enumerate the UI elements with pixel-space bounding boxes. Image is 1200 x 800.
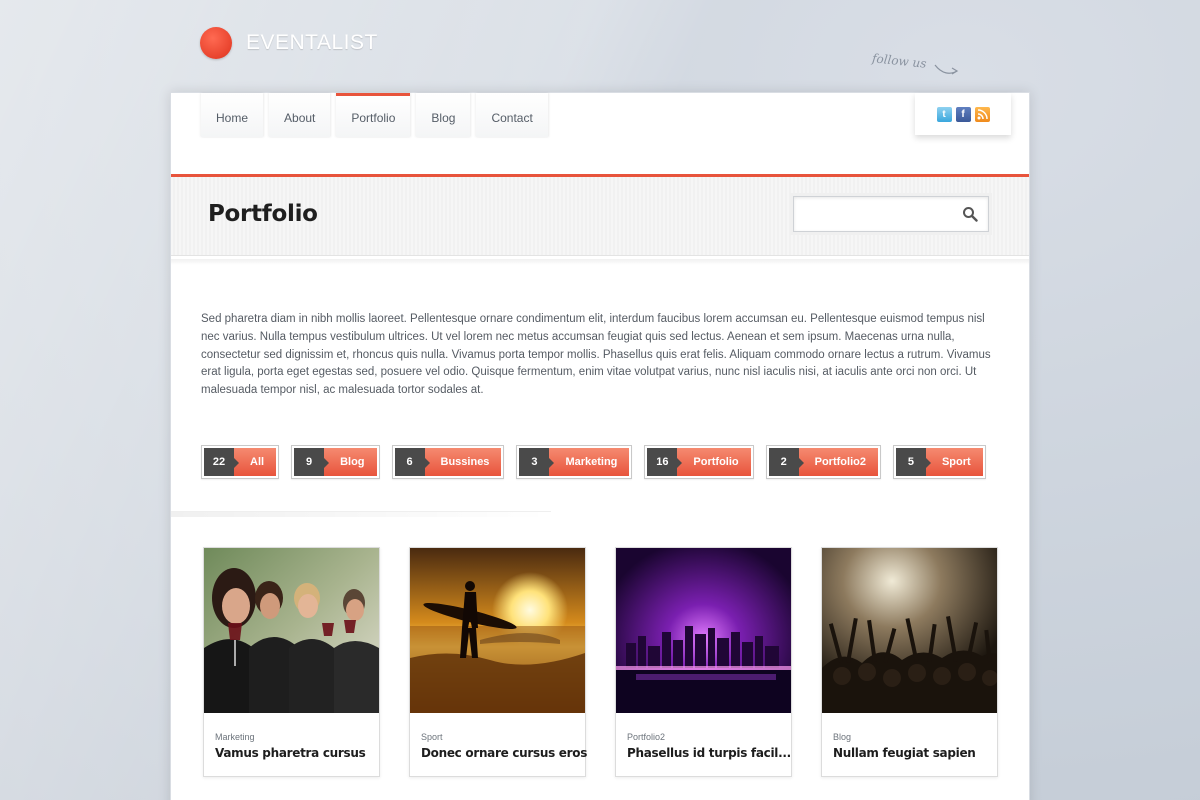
filter-count: 16 [647, 448, 678, 476]
curved-arrow-icon [934, 64, 959, 75]
portfolio-thumbnail [204, 548, 379, 713]
portfolio-card[interactable]: Marketing Vamus pharetra cursus [203, 547, 380, 777]
filter-blog[interactable]: 9 Blog [291, 445, 380, 479]
portfolio-thumbnail [410, 548, 585, 713]
filter-count: 5 [895, 448, 926, 476]
filter-marketing[interactable]: 3 Marketing [516, 445, 633, 479]
rss-icon[interactable] [974, 106, 990, 122]
filter-label: Bussines [424, 448, 502, 476]
portfolio-thumbnail [822, 548, 997, 713]
filter-label: All [234, 448, 277, 476]
twitter-icon[interactable]: t [936, 106, 952, 122]
card-category: Blog [833, 732, 852, 742]
filter-count: 9 [294, 448, 325, 476]
filter-label: Portfolio2 [798, 448, 878, 476]
filter-count: 6 [394, 448, 425, 476]
main-panel: Home About Portfolio Blog Contact t f Po… [170, 92, 1030, 800]
filter-count: 2 [768, 448, 799, 476]
filter-label: Marketing [549, 448, 630, 476]
card-title[interactable]: Phasellus id turpis facil... [627, 746, 791, 760]
search-box [793, 196, 989, 232]
portfolio-grid: Marketing Vamus pharetra cursus Sport Do… [203, 547, 998, 777]
facebook-icon[interactable]: f [955, 106, 971, 122]
nav-about[interactable]: About [269, 93, 331, 137]
card-title[interactable]: Nullam feugiat sapien [833, 746, 997, 760]
filter-label: Blog [324, 448, 377, 476]
card-title[interactable]: Vamus pharetra cursus [215, 746, 379, 760]
search-input[interactable] [800, 203, 950, 225]
card-category: Portfolio2 [627, 732, 666, 742]
card-category: Sport [421, 732, 443, 742]
nav-blog[interactable]: Blog [416, 93, 471, 137]
filter-all[interactable]: 22 All [201, 445, 280, 479]
portfolio-thumbnail [616, 548, 791, 713]
filter-count: 22 [204, 448, 234, 476]
section-divider [171, 511, 551, 517]
category-filters: 22 All 9 Blog 6 Bussines 3 Marketing 16 … [201, 445, 986, 479]
intro-text: Sed pharetra diam in nibh mollis laoreet… [201, 313, 991, 397]
logo[interactable]: EVENTALIST [200, 27, 378, 59]
title-bar-shadow [171, 259, 1029, 265]
filter-label: Portfolio [677, 448, 751, 476]
main-nav: Home About Portfolio Blog Contact [201, 93, 548, 137]
page-title-bar: Portfolio [171, 174, 1029, 256]
filter-count: 3 [519, 448, 550, 476]
portfolio-card[interactable]: Blog Nullam feugiat sapien [821, 547, 998, 777]
card-category: Marketing [215, 732, 255, 742]
card-title[interactable]: Donec ornare cursus eros [421, 746, 587, 760]
brand-name: EVENTALIST [246, 31, 378, 54]
nav-contact[interactable]: Contact [476, 93, 548, 137]
nav-portfolio[interactable]: Portfolio [336, 93, 411, 137]
search-icon[interactable] [962, 206, 978, 222]
follow-us-label: follow us [871, 51, 928, 71]
page-title: Portfolio [208, 201, 318, 227]
portfolio-card[interactable]: Portfolio2 Phasellus id turpis facil... [615, 547, 792, 777]
filter-portfolio2[interactable]: 2 Portfolio2 [765, 445, 881, 479]
logo-mark [200, 27, 232, 59]
nav-home[interactable]: Home [201, 93, 264, 137]
social-links: t f [915, 93, 1011, 135]
filter-portfolio[interactable]: 16 Portfolio [644, 445, 754, 479]
filter-label: Sport [925, 448, 983, 476]
filter-sport[interactable]: 5 Sport [892, 445, 986, 479]
filter-bussines[interactable]: 6 Bussines [391, 445, 505, 479]
portfolio-card[interactable]: Sport Donec ornare cursus eros [409, 547, 587, 777]
